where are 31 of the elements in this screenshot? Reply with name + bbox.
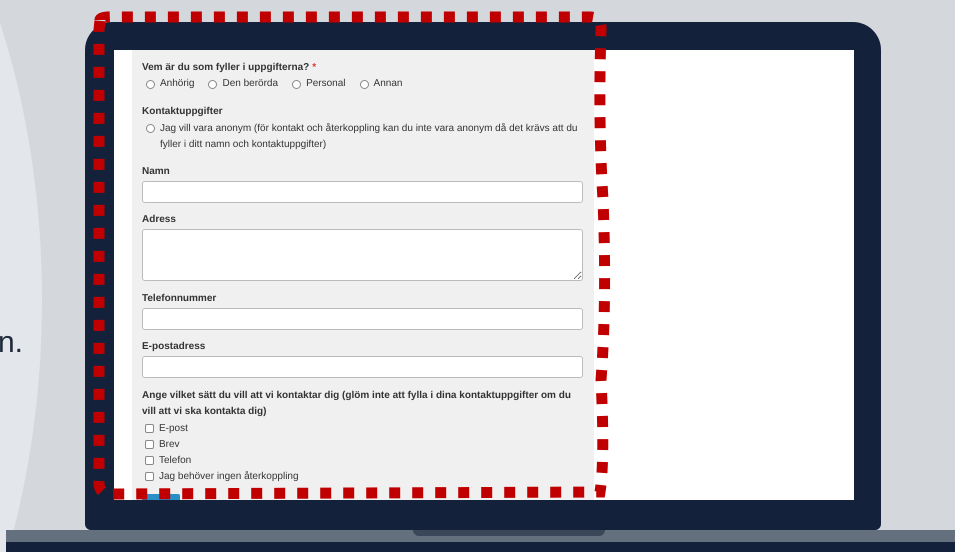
radio-button[interactable]	[146, 80, 155, 88]
radio-button[interactable]	[292, 80, 302, 88]
heading-fragment: n.	[0, 328, 24, 358]
checkbox[interactable]	[145, 472, 154, 480]
question-label: Vem är du som fyller i uppgifterna?	[142, 61, 310, 75]
field-label: E-postadress	[142, 340, 206, 354]
radio-label: Den berörda	[222, 77, 278, 91]
field-label: Namn	[142, 165, 171, 179]
field-label: Telefonnummer	[142, 292, 218, 306]
input-field[interactable]	[142, 356, 583, 378]
radio-button[interactable]	[360, 80, 369, 88]
checkbox[interactable]	[145, 456, 154, 464]
radio-label: Jag vill vara anonym (för kontakt och återkoppling kan du inte vara anonym då det krävs att du fyller i ditt namn och kontaktuppgifter)	[160, 122, 578, 152]
radio-label: Anhörig	[160, 77, 194, 91]
radio-label: Personal	[306, 77, 346, 91]
checkbox[interactable]	[145, 440, 154, 448]
input-field[interactable]	[142, 181, 583, 203]
input-field[interactable]	[142, 308, 583, 330]
required-mark: *	[312, 61, 316, 75]
section-heading: Kontaktuppgifter	[142, 105, 224, 119]
address-field[interactable]	[142, 229, 583, 281]
checkbox-label: E-post	[159, 422, 188, 436]
radio-button[interactable]	[208, 80, 218, 88]
checkbox-label: Jag behöver ingen återkoppling	[159, 470, 299, 484]
radio-button[interactable]	[146, 124, 155, 133]
checkbox-label: Telefon	[159, 454, 192, 468]
radio-label: Annan	[374, 77, 402, 91]
field-label: Adress	[142, 213, 177, 227]
checkbox[interactable]	[145, 424, 154, 432]
question-label: Ange vilket sätt du vill att vi kontaktar dig (glöm inte att fylla i dina kontaktuppgifter om du vill att vi ska kontakta dig)	[142, 389, 572, 419]
checkbox-label: Brev	[159, 438, 180, 452]
